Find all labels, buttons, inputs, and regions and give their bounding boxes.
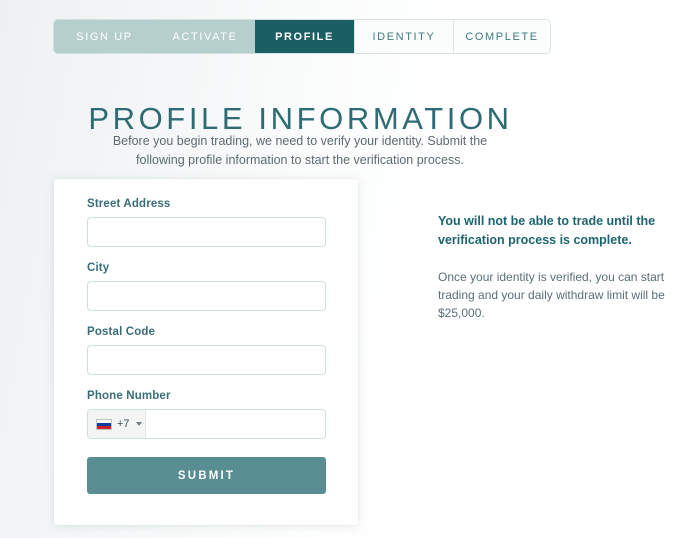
phone-number-input[interactable] (146, 410, 325, 438)
step-tab-activate[interactable]: ACTIVATE (155, 20, 255, 53)
step-tab-complete[interactable]: COMPLETE (453, 20, 550, 53)
phone-number-group: +7 (87, 409, 326, 439)
step-tab-identity[interactable]: IDENTITY (354, 20, 453, 53)
city-label: City (87, 262, 110, 274)
postal-code-input[interactable] (87, 345, 326, 375)
page-subtitle: Before you begin trading, we need to ver… (112, 133, 488, 167)
step-tab-profile[interactable]: PROFILE (255, 20, 354, 53)
step-tab-identity-label: IDENTITY (372, 30, 436, 43)
dial-code-label: +7 (117, 418, 130, 430)
country-code-select[interactable]: +7 (88, 410, 146, 438)
russia-flag-icon (96, 418, 112, 430)
submit-button[interactable]: SUBMIT (87, 457, 326, 494)
step-tab-sign-up[interactable]: SIGN UP (54, 20, 155, 53)
step-tab-activate-label: ACTIVATE (172, 30, 238, 43)
chevron-down-icon (135, 422, 142, 426)
street-address-input[interactable] (87, 217, 326, 247)
field-postal-code: Postal Code (87, 326, 326, 375)
street-address-label: Street Address (87, 198, 171, 210)
step-tab-profile-label: PROFILE (275, 30, 334, 43)
verification-info-body: Once your identity is verified, you can … (438, 270, 665, 320)
step-tab-complete-label: COMPLETE (465, 30, 539, 43)
profile-information-page: SIGN UP ACTIVATE PROFILE IDENTITY COMPLE… (0, 0, 698, 538)
field-city: City (87, 262, 326, 311)
signup-stepper: SIGN UP ACTIVATE PROFILE IDENTITY COMPLE… (54, 20, 550, 53)
profile-form-card: Street Address City Postal Code Phone Nu… (54, 179, 358, 525)
phone-number-label: Phone Number (87, 390, 171, 402)
postal-code-label: Postal Code (87, 326, 156, 338)
step-tab-sign-up-label: SIGN UP (76, 30, 133, 43)
verification-info-panel: You will not be able to trade until the … (438, 212, 666, 322)
city-input[interactable] (87, 281, 326, 311)
verification-warning-heading: You will not be able to trade until the … (438, 214, 656, 247)
field-phone-number: Phone Number +7 (87, 390, 326, 439)
field-street-address: Street Address (87, 198, 326, 247)
